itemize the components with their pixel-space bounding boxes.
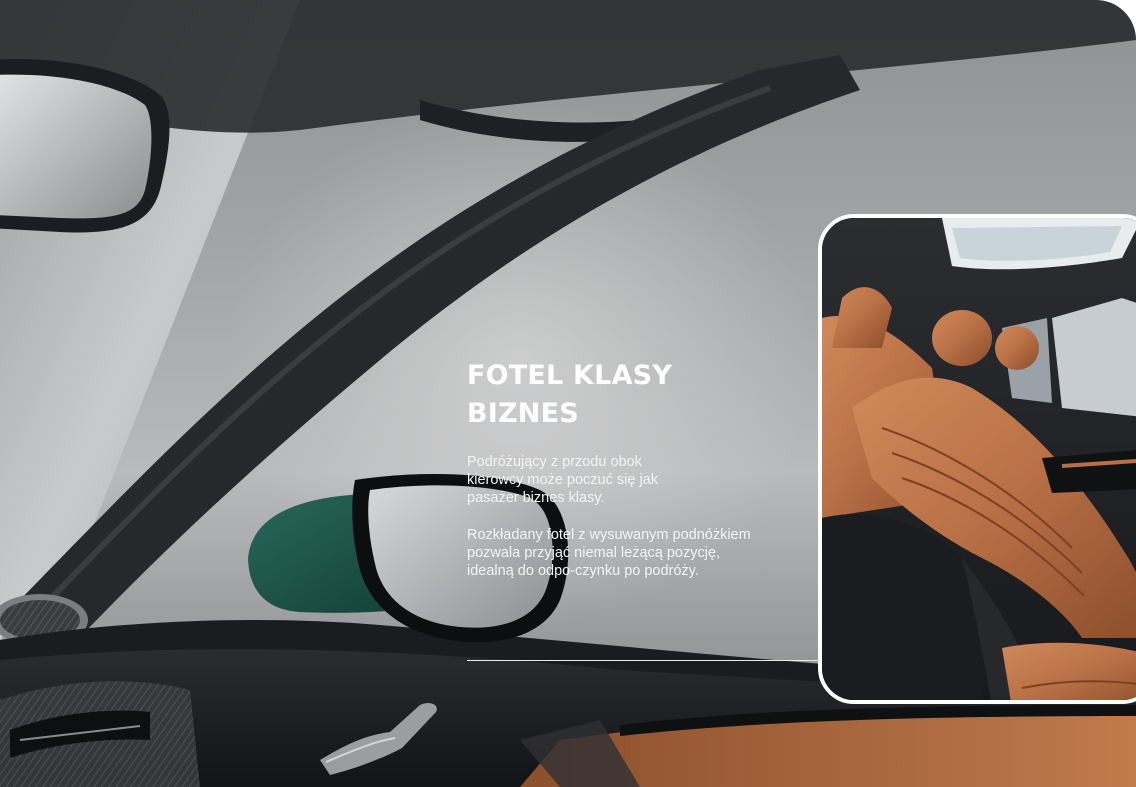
- feature-paragraph-2: Rozkładany fotel z wysuwanym podnóżkiem …: [467, 527, 751, 579]
- seats-thumbnail[interactable]: [818, 214, 1136, 704]
- rear-seats-illustration: [822, 218, 1136, 700]
- feature-title: FOTEL KLASY BIZNES: [467, 360, 673, 429]
- feature-text-block: FOTEL KLASY BIZNES Podróżujący z przodu …: [467, 357, 767, 580]
- feature-paragraph-1: Podróżujący z przodu obok kierowcy może …: [467, 454, 658, 506]
